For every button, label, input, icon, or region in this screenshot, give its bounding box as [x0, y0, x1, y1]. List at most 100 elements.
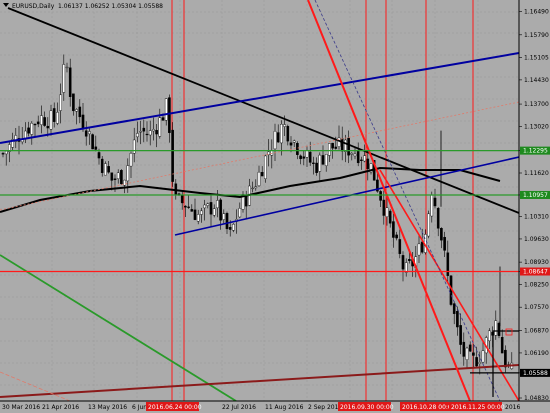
- candle-body: [209, 202, 213, 215]
- candle-body: [462, 341, 466, 357]
- price-tick-label: 1.08930: [524, 259, 549, 266]
- candle-body: [302, 156, 306, 159]
- candle-body: [62, 64, 66, 93]
- price-tick-label: 1.13700: [524, 101, 549, 108]
- chart-window[interactable]: 1.16490 1.15790 1.15105 1.14430 1.13700 1.130…: [0, 0, 550, 413]
- candle-body: [203, 204, 206, 209]
- candle-body: [440, 228, 443, 241]
- candle-body: [132, 139, 136, 154]
- candle-body: [212, 208, 216, 216]
- candle-body: [193, 209, 197, 220]
- candle-body: [478, 362, 482, 364]
- price-tick-label: 1.15790: [524, 32, 549, 39]
- candle-body: [68, 67, 72, 98]
- candle-body: [308, 151, 312, 163]
- candle-body: [161, 117, 165, 121]
- price-chart[interactable]: 1.16490 1.15790 1.15105 1.14430 1.13700 1.130…: [0, 0, 550, 413]
- candle-body: [142, 127, 146, 132]
- time-tick-label: 11 Aug 2016: [265, 404, 304, 411]
- candle-body: [363, 155, 366, 162]
- candle-body: [292, 140, 296, 143]
- candle-body: [356, 150, 360, 164]
- candle-body: [324, 154, 328, 166]
- candle-body: [30, 122, 34, 135]
- price-tick-label: 1.04830: [524, 395, 549, 402]
- candle-body: [180, 195, 184, 204]
- candle-body: [100, 158, 104, 173]
- candle-body: [81, 114, 85, 129]
- candle-body: [113, 178, 117, 180]
- time-tick-label: 21 Apr 2016: [42, 404, 79, 411]
- candle-body: [312, 162, 315, 164]
- candle-body: [116, 172, 120, 180]
- candle-body: [184, 205, 187, 208]
- price-marker-label: 1.10957: [523, 192, 548, 199]
- candle-body: [500, 337, 504, 354]
- candle-body: [494, 320, 498, 336]
- candle-body: [398, 239, 402, 254]
- price-tick-label: 1.08250: [524, 282, 549, 289]
- price-tick-label: 1.06870: [524, 327, 549, 334]
- candle-body: [305, 150, 309, 158]
- candle-body: [164, 98, 168, 121]
- candle-body: [52, 108, 56, 122]
- candle-body: [196, 214, 200, 222]
- candle-body: [200, 210, 203, 215]
- candle-body: [417, 243, 421, 256]
- candle-body: [481, 350, 485, 363]
- candle-body: [126, 165, 130, 182]
- candle-body: [238, 208, 242, 218]
- candle-body: [254, 186, 258, 189]
- date-marker-label: 2016.06.24 00:00: [148, 404, 202, 411]
- date-marker-label: 2016.09.30 00:00: [340, 404, 394, 411]
- time-tick-label: 13 May 2016: [88, 404, 127, 411]
- price-tick-label: 1.11620: [524, 170, 549, 177]
- candle-body: [385, 207, 389, 217]
- candle-body: [401, 255, 405, 270]
- candle-body: [408, 259, 411, 261]
- candle-body: [46, 125, 50, 129]
- time-tick-label: 22 Jul 2016: [222, 404, 256, 411]
- price-tick-label: 1.14430: [524, 77, 549, 84]
- candle-body: [251, 187, 254, 190]
- candle-body: [139, 131, 142, 133]
- candle-body: [190, 209, 194, 212]
- candle-body: [257, 171, 261, 186]
- price-marker-label: 1.12295: [523, 148, 548, 155]
- candle-body: [136, 133, 139, 138]
- candle-body: [379, 191, 382, 201]
- candle-body: [334, 146, 338, 149]
- candle-body: [94, 146, 98, 150]
- ohlc-values: 1.06137 1.06252 1.05304 1.05588: [58, 3, 163, 10]
- candle-body: [318, 154, 322, 172]
- price-tick-label: 1.06190: [524, 350, 549, 357]
- candle-body: [276, 132, 280, 143]
- candle-body: [427, 213, 430, 237]
- candle-body: [56, 112, 59, 124]
- candle-body: [337, 137, 341, 147]
- candle-body: [465, 347, 469, 360]
- date-marker-label: 2016.11.25 00:00: [451, 404, 505, 411]
- candle-body: [280, 124, 283, 144]
- candle-body: [43, 117, 46, 126]
- candle-body: [446, 252, 450, 276]
- candle-body: [216, 200, 219, 209]
- candle-body: [72, 93, 75, 112]
- candle-body: [443, 236, 446, 251]
- price-tick-label: 1.07570: [524, 304, 549, 311]
- candle-body: [232, 224, 235, 231]
- candle-body: [225, 213, 229, 230]
- candle-body: [328, 143, 331, 156]
- candle-body: [152, 129, 155, 132]
- candle-body: [459, 325, 462, 345]
- candle-body: [488, 330, 491, 342]
- candle-body: [91, 134, 94, 150]
- candle-body: [1, 153, 5, 155]
- price-marker-label: 1.08647: [523, 269, 548, 276]
- candle-body: [296, 143, 299, 155]
- candle-body: [148, 130, 152, 136]
- candle-body: [219, 199, 222, 221]
- time-tick-label: 2016: [505, 404, 520, 411]
- time-tick-label: 6 Jun: [132, 404, 147, 411]
- candle-body: [289, 142, 293, 146]
